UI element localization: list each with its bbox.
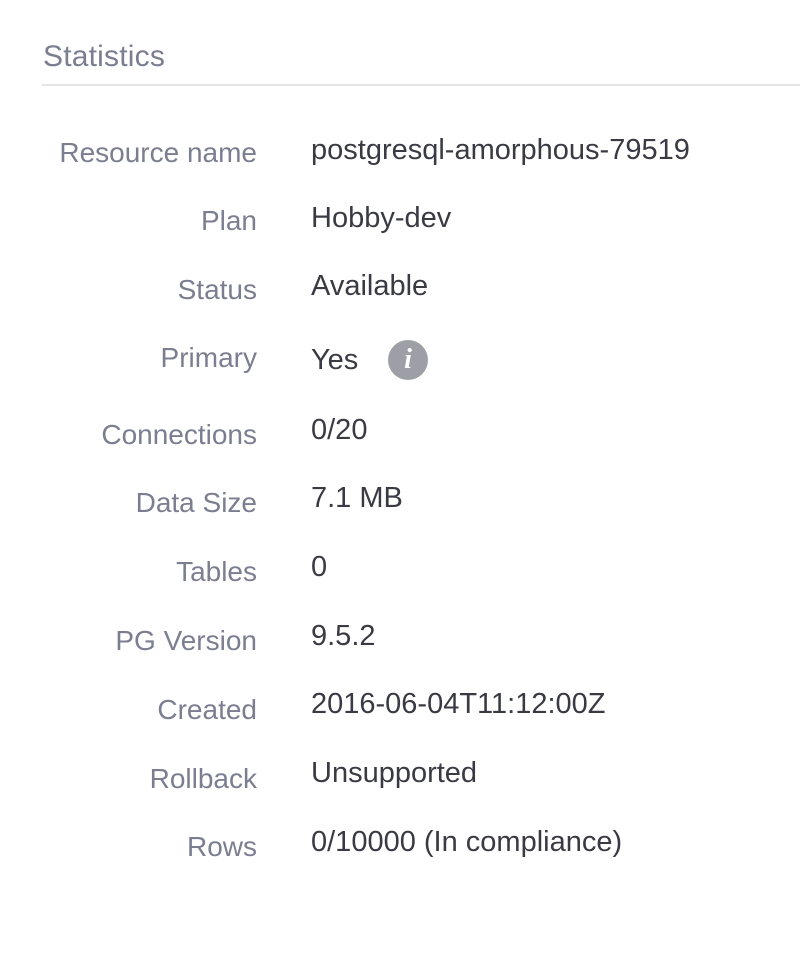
stat-row-pg-version: PG Version 9.5.2 [0, 620, 800, 660]
info-icon[interactable]: i [388, 340, 428, 380]
stat-label: Created [157, 694, 257, 725]
stat-label: Rows [186, 831, 257, 862]
stat-label: Resource name [59, 137, 257, 168]
stat-value: 0 [311, 551, 328, 583]
stat-value: 0/10000 (In compliance) [311, 826, 623, 858]
stat-label: PG Version [115, 625, 257, 656]
stat-row-status: Status Available [0, 270, 800, 310]
stat-value: Available [311, 270, 429, 302]
stat-label: Data Size [135, 487, 257, 518]
stat-label: Plan [200, 205, 257, 236]
stat-value: 2016-06-04T11:12:00Z [311, 688, 606, 720]
stat-value: 9.5.2 [311, 620, 376, 652]
stat-row-rollback: Rollback Unsupported [0, 757, 800, 797]
section-divider [42, 84, 800, 86]
stat-value: 7.1 MB [311, 482, 403, 514]
stat-value: postgresql-amorphous-79519 [311, 134, 690, 166]
stat-label: Rollback [149, 763, 257, 794]
statistics-panel: Statistics Resource name postgresql-amor… [0, 0, 800, 962]
stat-value: Hobby-dev [311, 202, 452, 234]
stat-value: Yes [311, 344, 359, 376]
section-title: Statistics [43, 40, 166, 73]
stat-row-plan: Plan Hobby-dev [0, 202, 800, 242]
stat-value: Unsupported [311, 757, 478, 789]
stat-row-rows: Rows 0/10000 (In compliance) [0, 826, 800, 866]
stat-label: Tables [176, 556, 257, 587]
stat-row-primary: Primary Yes i [0, 340, 800, 382]
stat-label: Primary [160, 342, 257, 373]
stat-row-connections: Connections 0/20 [0, 414, 800, 454]
stat-label: Status [177, 274, 257, 305]
stat-value: 0/20 [311, 414, 368, 446]
stat-row-resource-name: Resource name postgresql-amorphous-79519 [0, 134, 800, 174]
stat-row-data-size: Data Size 7.1 MB [0, 482, 800, 522]
stat-label: Connections [101, 419, 257, 450]
stat-row-created: Created 2016-06-04T11:12:00Z [0, 688, 800, 728]
stat-row-tables: Tables 0 [0, 551, 800, 591]
